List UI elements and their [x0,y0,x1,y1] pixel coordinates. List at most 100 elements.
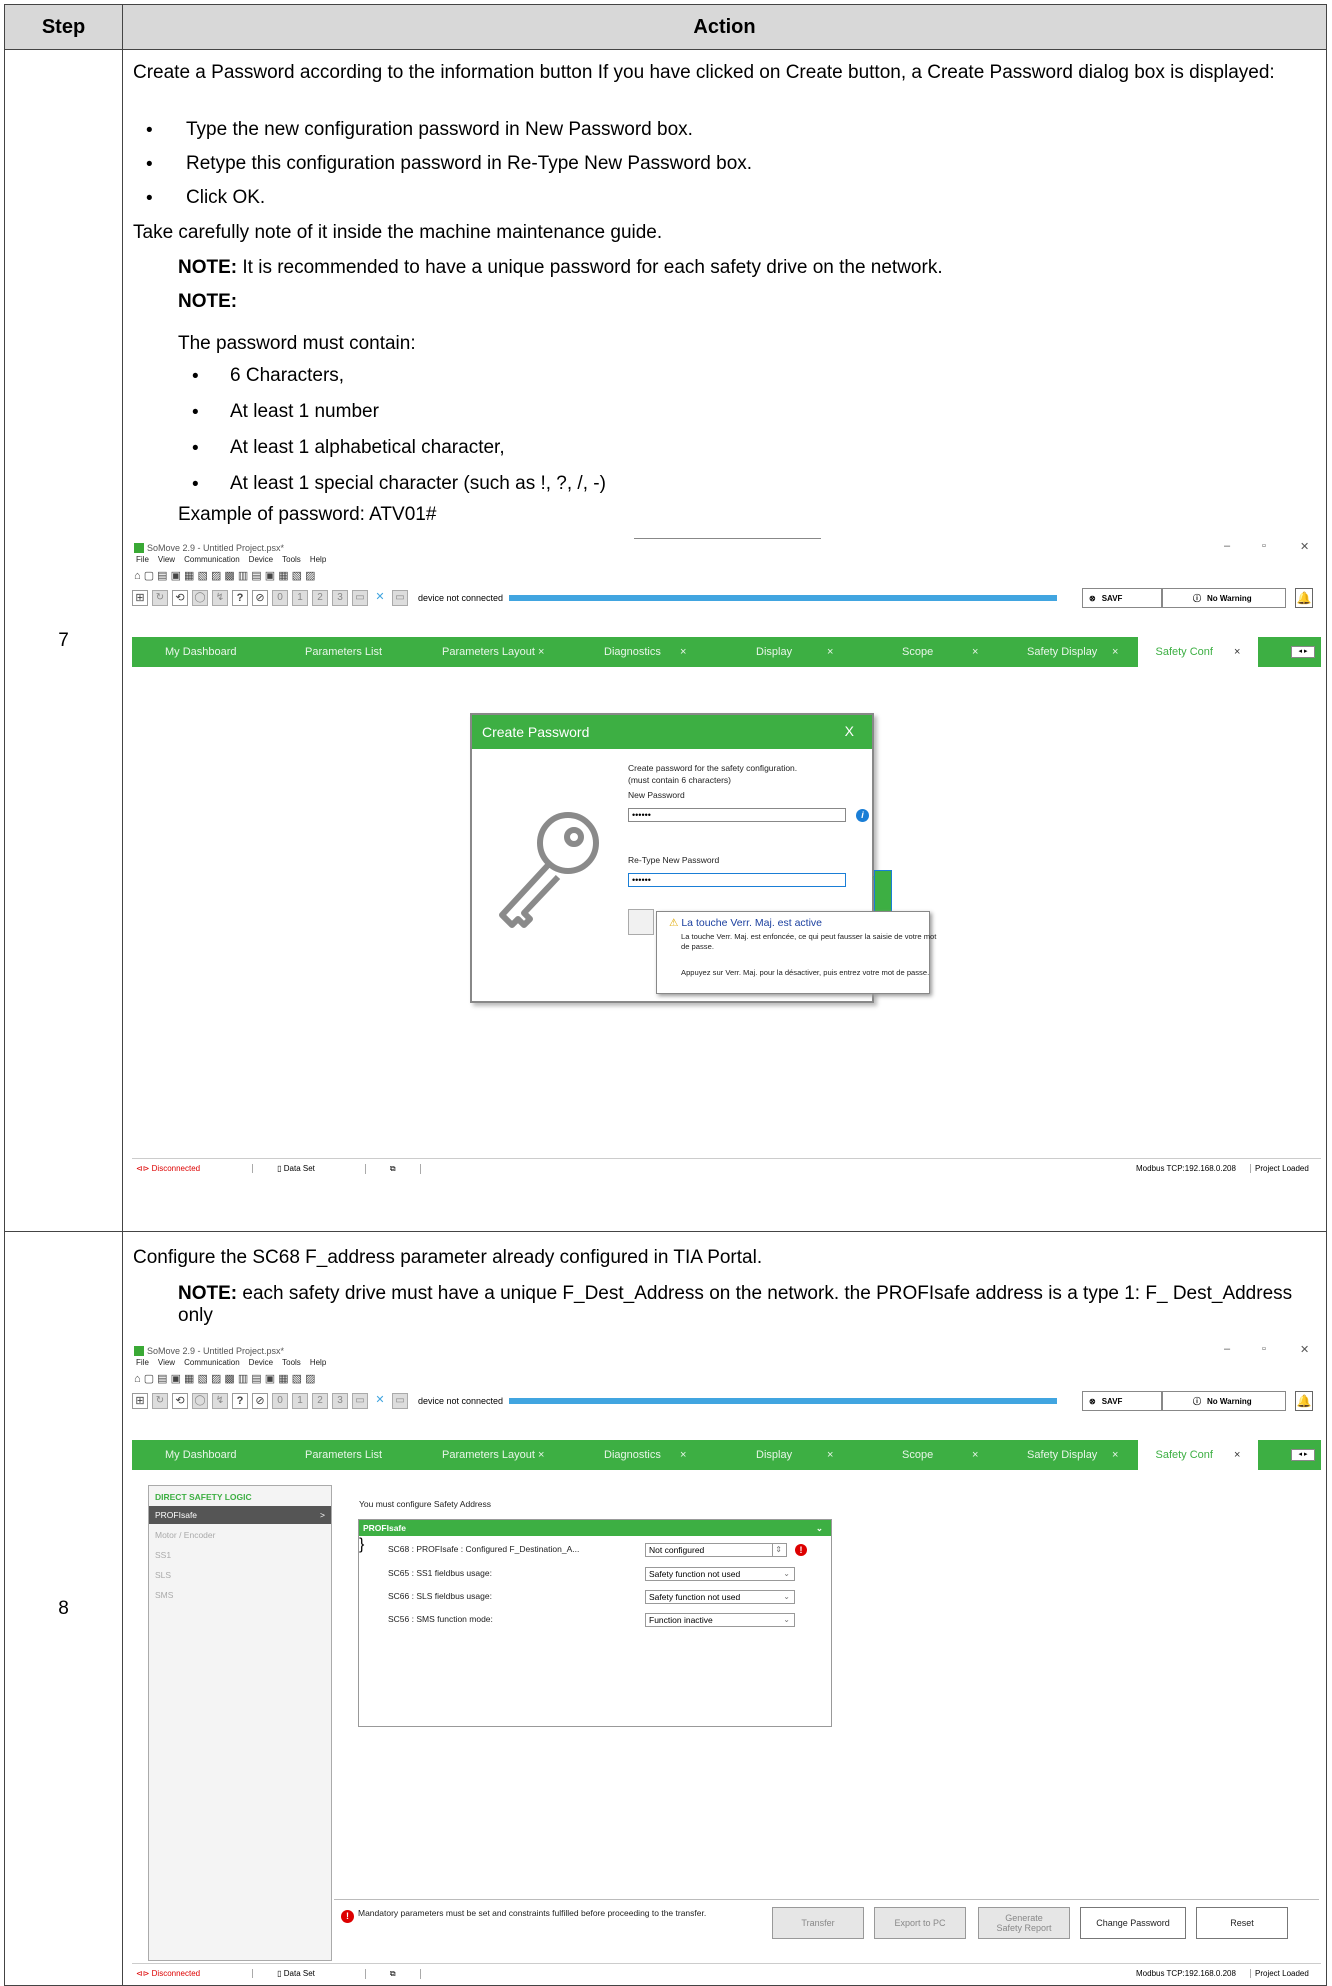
change-password-button[interactable]: Change Password [1080,1907,1186,1939]
tab-display[interactable]: Display [756,646,792,658]
tab-safety-conf[interactable]: Safety Conf × [1138,637,1258,667]
toolbar-icon[interactable]: ⟲ [172,590,188,606]
toolbar-icon[interactable]: ⊞ [132,1393,148,1409]
tab-close-icon[interactable]: × [827,646,833,658]
toolbar-icon[interactable]: ▭ [352,590,368,606]
disconnect-icon[interactable]: ✕ [372,590,388,606]
tab-parameters-layout[interactable]: Parameters Layout [442,646,535,658]
retype-password-field[interactable]: •••••• [628,873,846,887]
generate-safety-report-button[interactable]: Generate Safety Report [978,1907,1070,1939]
tab-scroll-buttons[interactable]: ◂ ▸ [1291,646,1315,658]
tab-safety-display[interactable]: Safety Display [1027,646,1097,658]
export-to-pc-button[interactable]: Export to PC [874,1907,966,1939]
menu-help[interactable]: Help [310,555,326,567]
toolbar-icon[interactable]: ↯ [212,1393,228,1409]
toolbar-icon[interactable]: 0 [272,1393,288,1409]
disconnect-icon[interactable]: ✕ [372,1393,388,1409]
toolbar-icon[interactable]: ⟲ [172,1393,188,1409]
toolbar-icon[interactable]: ◯ [192,1393,208,1409]
toolbar-icon[interactable]: 3 [332,590,348,606]
menu-tools[interactable]: Tools [282,1358,301,1370]
tab-close-icon[interactable]: × [538,1449,544,1461]
tab-close-icon[interactable]: × [827,1449,833,1461]
close-icon[interactable]: ✕ [1300,1343,1309,1356]
tab-close-icon[interactable]: × [1234,646,1240,658]
menu-view[interactable]: View [158,555,175,567]
sc68-field[interactable]: Not configured ⇕ [645,1543,787,1557]
menu-file[interactable]: File [136,1358,149,1370]
toolbar-icon[interactable]: ↻ [152,1393,168,1409]
spinner-icon[interactable]: ⇕ [772,1544,782,1556]
toolbar-icon[interactable]: ↻ [152,590,168,606]
tab-close-icon[interactable]: × [1112,1449,1118,1461]
toolbar-icon[interactable]: 0 [272,590,288,606]
nav-item-ss1[interactable]: SS1 [149,1546,331,1564]
tab-safety-display[interactable]: Safety Display [1027,1449,1097,1461]
menu-tools[interactable]: Tools [282,555,301,567]
sc66-dropdown[interactable]: Safety function not used ⌄ [645,1590,795,1604]
tab-my-dashboard[interactable]: My Dashboard [165,1449,237,1461]
minimize-icon[interactable]: – [1224,540,1230,552]
info-icon[interactable]: i [856,809,869,822]
tab-diagnostics[interactable]: Diagnostics [604,1449,661,1461]
tab-scope[interactable]: Scope [902,1449,933,1461]
tab-parameters-layout[interactable]: Parameters Layout [442,1449,535,1461]
menu-communication[interactable]: Communication [184,1358,240,1370]
toolbar-icon[interactable]: ⊘ [252,1393,268,1409]
nav-item-sms[interactable]: SMS [149,1586,331,1604]
menu-view[interactable]: View [158,1358,175,1370]
toolbar-icon[interactable]: ▭ [392,1393,408,1409]
tab-close-icon[interactable]: × [972,646,978,658]
close-icon[interactable]: ✕ [1300,540,1309,553]
tab-close-icon[interactable]: × [538,646,544,658]
bell-icon[interactable]: 🔔 [1295,588,1313,608]
toolbar-icon[interactable]: ▭ [392,590,408,606]
menu-device[interactable]: Device [249,555,273,567]
tab-scroll-buttons[interactable]: ◂ ▸ [1291,1449,1315,1461]
tab-diagnostics[interactable]: Diagnostics [604,646,661,658]
menu-communication[interactable]: Communication [184,555,240,567]
toolbar-icon[interactable]: 1 [292,590,308,606]
toolbar-icon[interactable]: ◯ [192,590,208,606]
sc56-dropdown[interactable]: Function inactive ⌄ [645,1613,795,1627]
nav-item-motor-encoder[interactable]: Motor / Encoder [149,1526,331,1544]
tab-scope[interactable]: Scope [902,646,933,658]
panel-header[interactable]: PROFIsafe ⌄ [359,1520,831,1536]
toolbar-icon[interactable]: ▭ [352,1393,368,1409]
toolbar-icon[interactable]: 2 [312,1393,328,1409]
tab-close-icon[interactable]: × [680,646,686,658]
new-password-field[interactable]: •••••• [628,808,846,822]
maximize-icon[interactable]: ▫ [1262,540,1266,552]
tab-close-icon[interactable]: × [972,1449,978,1461]
toolbar-icon[interactable]: 2 [312,590,328,606]
ok-button[interactable] [628,909,654,935]
tab-safety-conf[interactable]: Safety Conf × [1138,1440,1258,1470]
reset-button[interactable]: Reset [1196,1907,1288,1939]
menu-help[interactable]: Help [310,1358,326,1370]
dialog-close-button[interactable]: X [845,723,854,739]
menu-device[interactable]: Device [249,1358,273,1370]
tab-close-icon[interactable]: × [680,1449,686,1461]
transfer-button[interactable]: Transfer [772,1907,864,1939]
nav-item-profisafe[interactable]: PROFIsafe > [149,1506,331,1524]
nav-item-sls[interactable]: SLS [149,1566,331,1584]
bell-icon[interactable]: 🔔 [1295,1391,1313,1411]
tab-parameters-list[interactable]: Parameters List [305,1449,382,1461]
toolbar-icon[interactable]: 1 [292,1393,308,1409]
toolbar-icon[interactable]: 3 [332,1393,348,1409]
maximize-icon[interactable]: ▫ [1262,1343,1266,1355]
tab-parameters-list[interactable]: Parameters List [305,646,382,658]
tab-display[interactable]: Display [756,1449,792,1461]
tab-close-icon[interactable]: × [1112,646,1118,658]
help-icon[interactable]: ? [232,590,248,606]
sc65-dropdown[interactable]: Safety function not used ⌄ [645,1567,795,1581]
file-toolbar[interactable]: ⌂ ▢ ▤ ▣ ▦ ▧ ▨ ▩ ▥ ▤ ▣ ▦ ▧ ▨ [134,1370,315,1386]
menu-file[interactable]: File [136,555,149,567]
help-icon[interactable]: ? [232,1393,248,1409]
toolbar-icon[interactable]: ↯ [212,590,228,606]
minimize-icon[interactable]: – [1224,1343,1230,1355]
tab-my-dashboard[interactable]: My Dashboard [165,646,237,658]
file-toolbar[interactable]: ⌂ ▢ ▤ ▣ ▦ ▧ ▨ ▩ ▥ ▤ ▣ ▦ ▧ ▨ [134,567,315,583]
toolbar-icon[interactable]: ⊞ [132,590,148,606]
tab-close-icon[interactable]: × [1234,1449,1240,1461]
